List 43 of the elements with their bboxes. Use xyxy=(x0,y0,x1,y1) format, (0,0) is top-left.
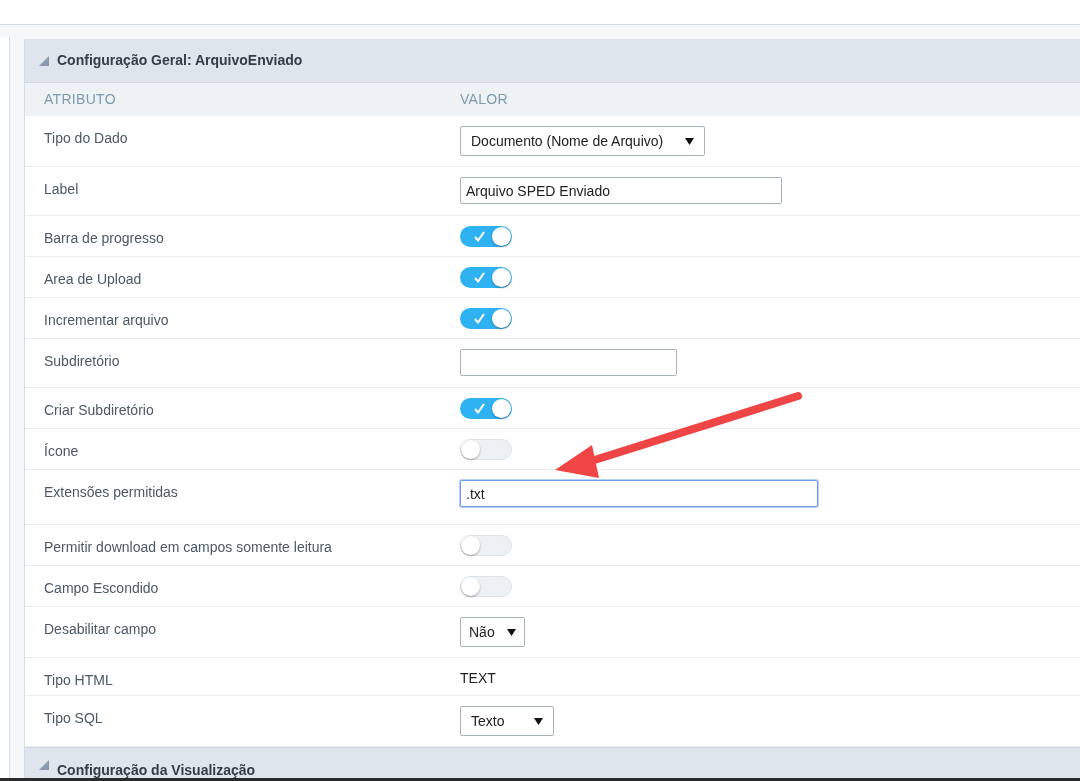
attribute-label: Ícone xyxy=(44,443,79,459)
attribute-label: Campo Escondido xyxy=(44,580,159,596)
attribute-label: Subdiretório xyxy=(44,353,120,369)
attribute-label: Incrementar arquivo xyxy=(44,312,169,328)
toggle-switch[interactable] xyxy=(460,226,512,247)
attribute-label: Tipo HTML xyxy=(44,672,113,688)
column-header: VALOR xyxy=(460,90,508,109)
toggle-switch[interactable] xyxy=(460,308,512,329)
column-header: ATRIBUTO xyxy=(43,90,117,109)
collapse-icon[interactable] xyxy=(39,55,49,66)
text-field[interactable]: Arquivo SPED Enviado xyxy=(460,177,782,204)
collapse-icon[interactable] xyxy=(39,760,49,770)
section-title: Configuração Geral: ArquivoEnviado xyxy=(57,51,303,70)
text-field[interactable]: .txt xyxy=(460,480,818,507)
toggle-switch[interactable] xyxy=(460,398,512,419)
dropdown[interactable]: Não xyxy=(460,617,525,647)
check-icon xyxy=(474,272,485,283)
check-icon xyxy=(474,313,485,324)
dropdown[interactable]: Documento (Nome de Arquivo) xyxy=(460,126,706,156)
attribute-label: Permitir download em campos somente leitura xyxy=(44,539,332,555)
attribute-label: Criar Subdiretório xyxy=(44,402,154,418)
toggle-switch[interactable] xyxy=(460,535,512,556)
attribute-label: Barra de progresso xyxy=(44,230,164,246)
attribute-label: Extensões permitidas xyxy=(44,484,178,500)
dropdown[interactable]: Texto xyxy=(460,706,555,736)
check-icon xyxy=(474,403,485,414)
toggle-switch[interactable] xyxy=(460,439,512,460)
section-header[interactable]: Configuração da Visualização xyxy=(25,747,1080,781)
toggle-switch[interactable] xyxy=(460,576,512,597)
attribute-label: Label xyxy=(44,181,79,197)
toggle-switch[interactable] xyxy=(460,267,512,288)
attribute-label: Tipo SQL xyxy=(44,710,103,726)
caret-icon xyxy=(534,717,544,725)
attribute-label: Desabilitar campo xyxy=(44,621,157,637)
caret-icon xyxy=(506,628,516,636)
text-field[interactable] xyxy=(460,349,677,376)
section-title: Configuração da Visualização xyxy=(57,761,256,780)
attribute-label: Area de Upload xyxy=(44,271,142,287)
attribute-value: TEXT xyxy=(460,669,496,686)
caret-icon xyxy=(685,137,695,145)
section-header[interactable]: Configuração Geral: ArquivoEnviado xyxy=(25,39,1080,83)
attribute-label: Tipo do Dado xyxy=(44,130,128,146)
check-icon xyxy=(474,231,485,242)
